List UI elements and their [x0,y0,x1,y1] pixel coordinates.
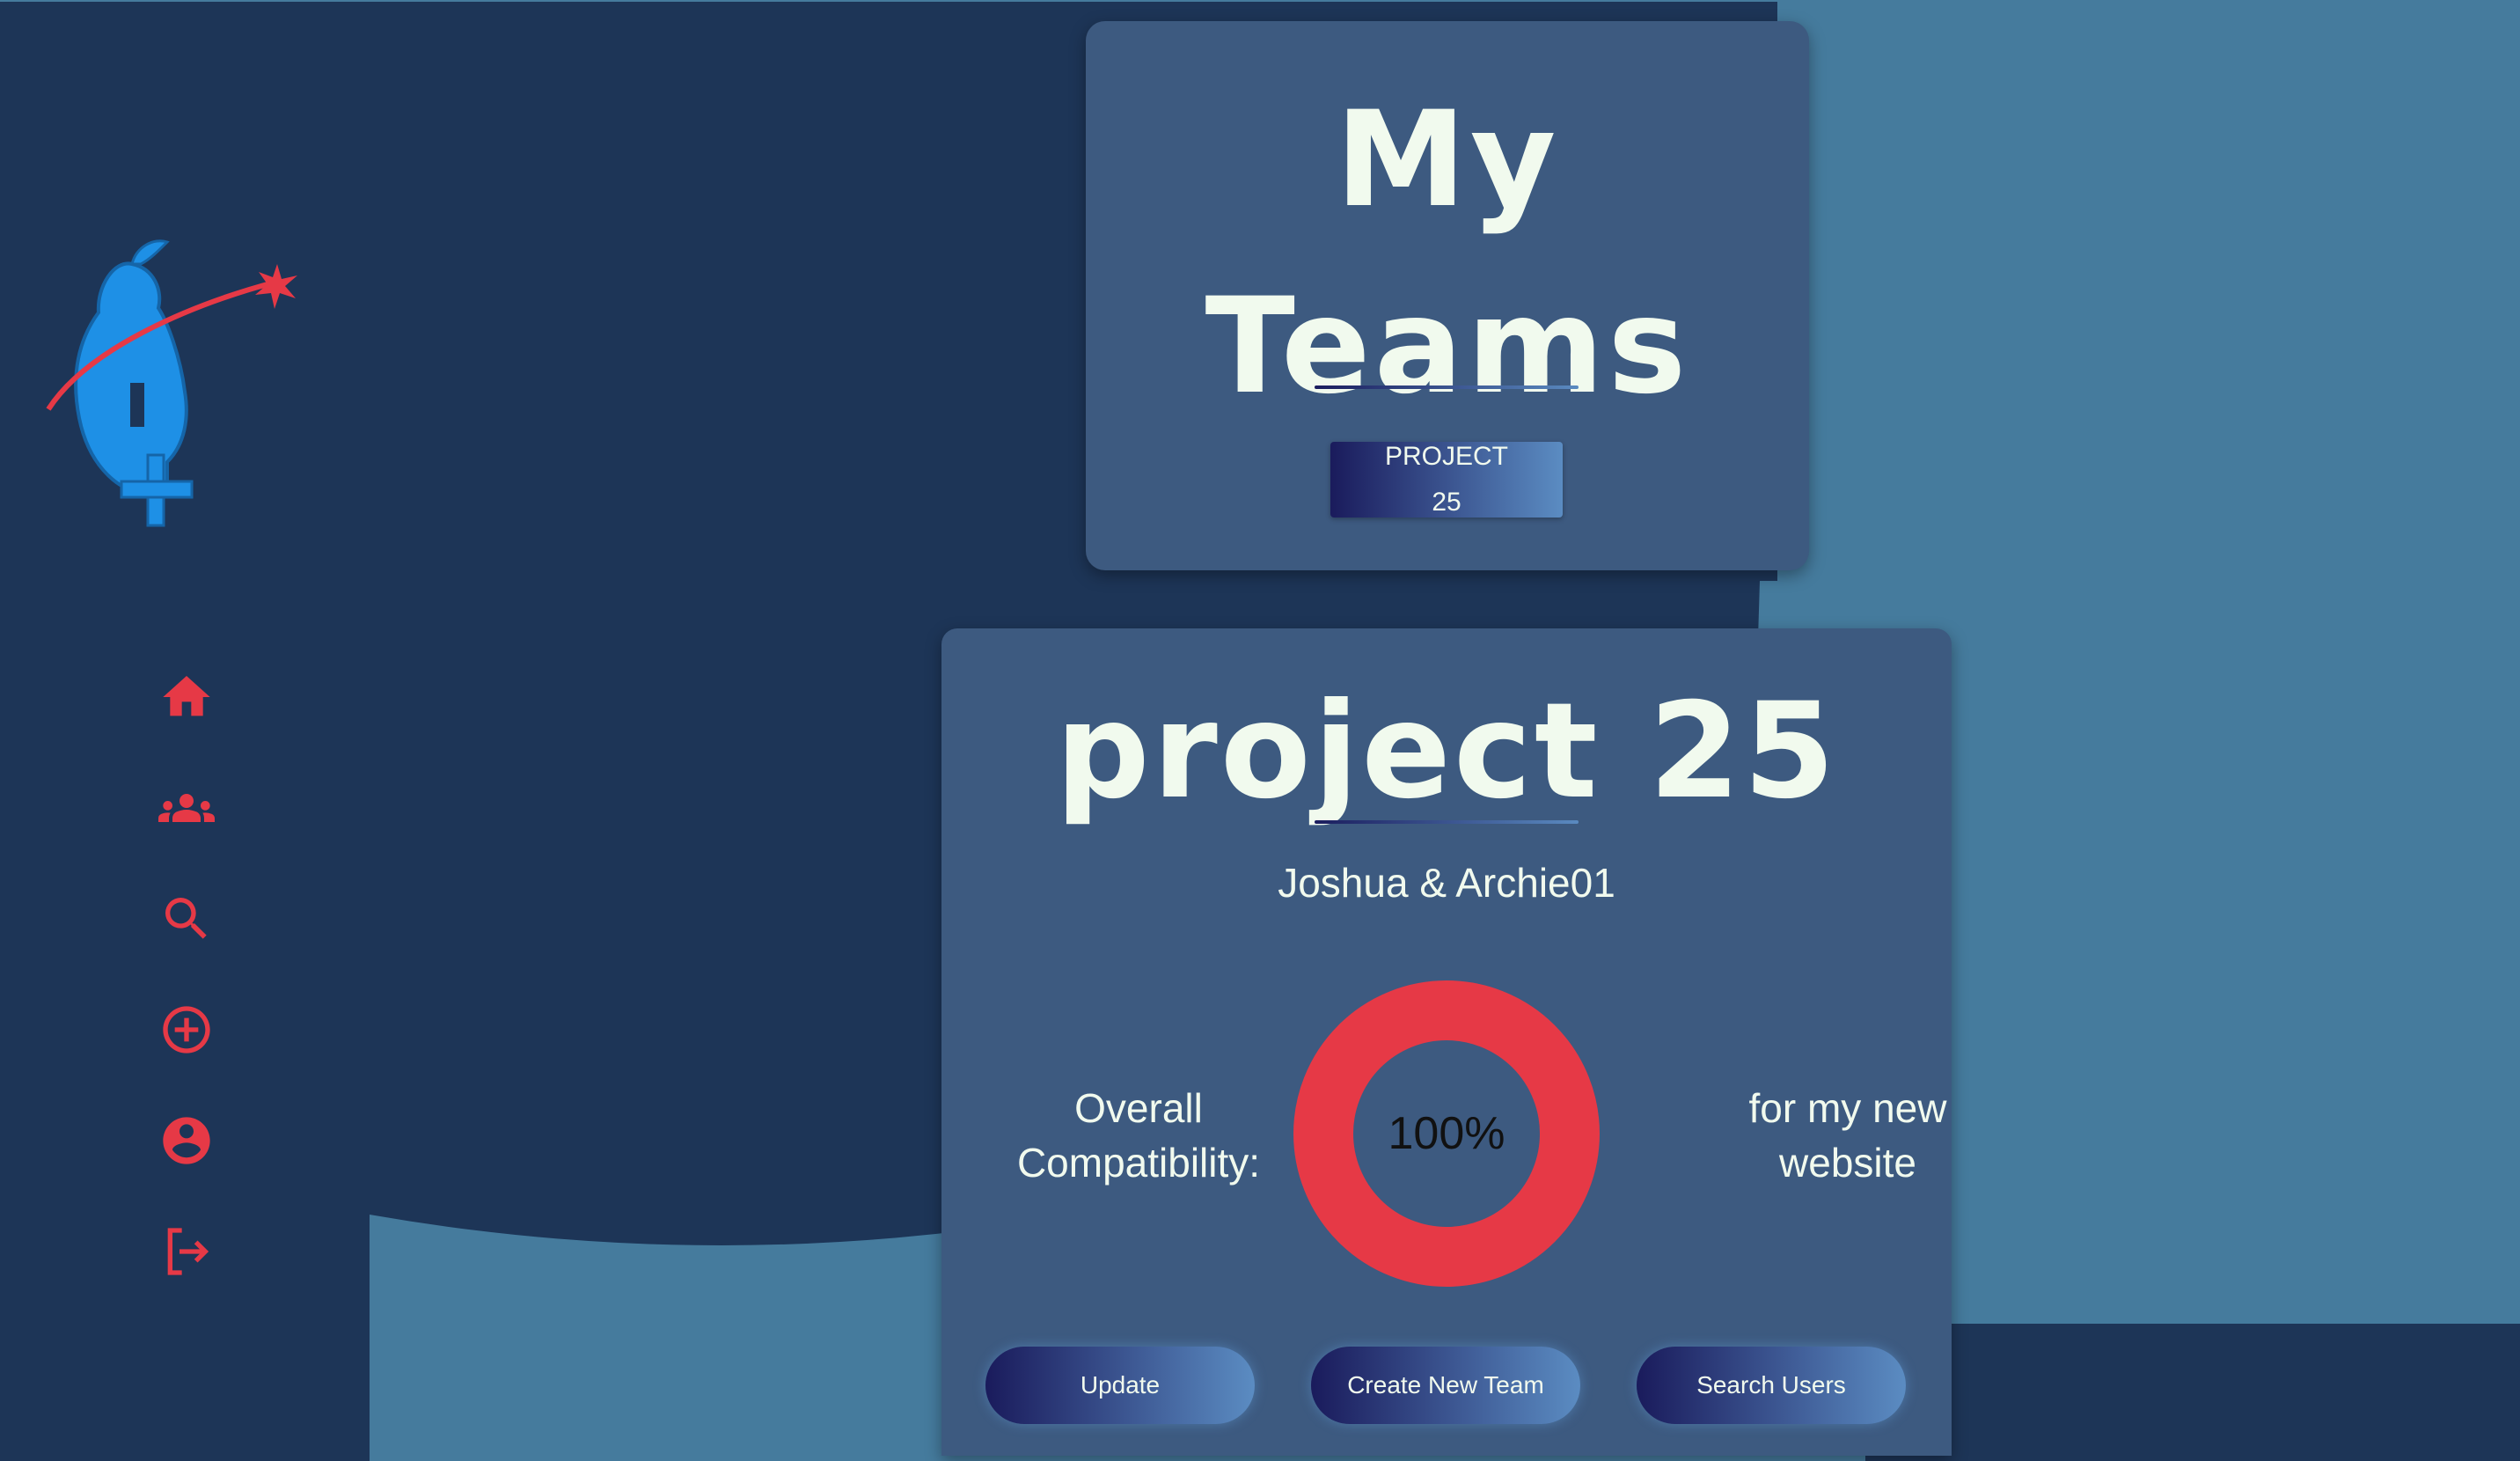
my-teams-title-line1: My [1335,84,1560,237]
team-button-label-line1: PROJECT [1384,442,1508,471]
my-teams-title-line2: Teams [1205,270,1690,423]
nav-search[interactable] [150,882,223,956]
search-icon [165,898,207,939]
logout-icon [167,1228,209,1275]
team-name-underline [1315,820,1579,824]
create-new-team-button[interactable]: Create New Team [1311,1347,1580,1424]
search-users-button[interactable]: Search Users [1637,1347,1906,1424]
sidebar [0,0,370,1447]
nav-home[interactable] [150,660,223,734]
compatibility-percent: 100% [1388,1108,1505,1159]
compatibility-label-line2: Compatibility: [1016,1140,1261,1186]
nav-teams[interactable] [150,771,223,845]
team-name-title: project 25 [1055,675,1838,828]
logo [46,239,297,527]
group-icon [158,794,215,822]
nav-profile[interactable] [150,1104,223,1178]
team-description: for my new website [1663,1081,2033,1190]
account-icon [163,1117,210,1164]
home-icon [163,676,210,716]
my-teams-title: My Teams [1086,67,1809,440]
update-button[interactable]: Update [985,1347,1255,1424]
team-detail-card: project 25 Joshua & Archie01 Overall Com… [941,628,1952,1456]
my-teams-card: My Teams PROJECT 25 [1086,21,1809,570]
compatibility-label-line1: Overall [1074,1085,1203,1131]
team-description-line1: for my new [1748,1085,1947,1131]
add-circle-icon [163,1006,210,1054]
team-button-project-25[interactable]: PROJECT 25 [1330,442,1563,518]
team-button-label-line2: 25 [1432,488,1461,517]
nav-logout[interactable] [150,1215,223,1288]
nav-menu [150,660,223,1325]
nav-create[interactable] [150,993,223,1067]
title-underline [1315,385,1579,389]
compatibility-label: Overall Compatibility: [963,1081,1315,1190]
team-members: Joshua & Archie01 [1278,860,1615,906]
team-description-line2: website [1779,1140,1916,1186]
